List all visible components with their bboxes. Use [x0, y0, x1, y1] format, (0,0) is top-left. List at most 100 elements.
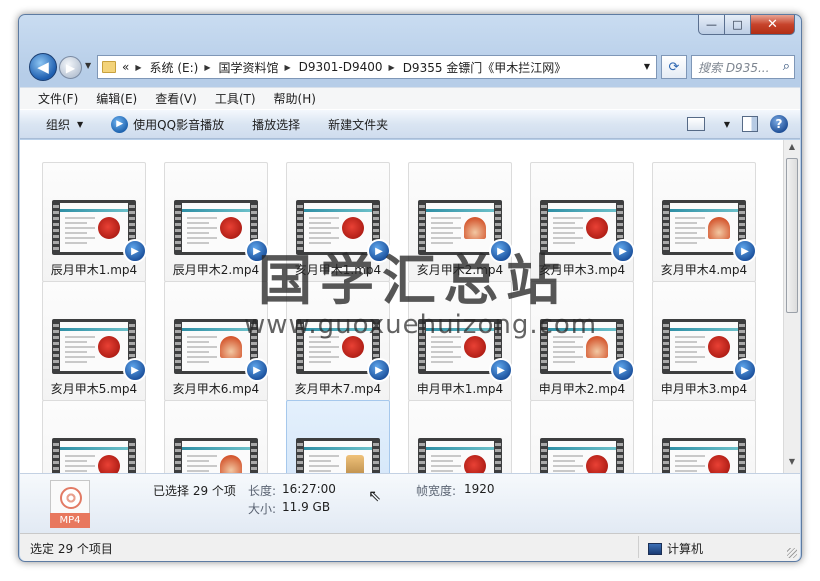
file-tile[interactable]: ▶ [42, 400, 146, 473]
slide-text-line [675, 465, 705, 467]
address-bar[interactable]: « ▶ 系统 (E:) ▶ 国学资料馆 ▶ D9301-D9400 ▶ D935… [97, 55, 657, 79]
search-input[interactable]: 搜索 D935... ⌕ [691, 55, 795, 79]
slide-text-line [65, 470, 87, 472]
slide-illustration [464, 455, 486, 473]
slide-text-line [187, 356, 217, 358]
file-name: 亥月甲木6.mp4 [172, 382, 260, 396]
slide-text-line [187, 460, 209, 462]
slide-text-line [431, 346, 461, 348]
menu-file[interactable]: 文件(F) [38, 90, 78, 107]
qq-player-icon: ▶ [611, 358, 635, 382]
breadcrumb-item[interactable]: D9301-D9400 [299, 60, 383, 74]
address-dropdown-icon[interactable]: ▼ [644, 62, 650, 71]
qq-player-icon: ▶ [123, 239, 147, 263]
chevron-right-icon[interactable]: ▶ [135, 63, 141, 72]
file-tile[interactable]: ▶ [408, 400, 512, 473]
file-tile[interactable]: ▶ [530, 400, 634, 473]
status-bar: 选定 29 个项目 计算机 [20, 533, 800, 561]
slide-text-line [65, 227, 95, 229]
organize-button[interactable]: 组织 ▼ [46, 116, 83, 133]
slide-text-line [309, 465, 339, 467]
slide-preview [182, 322, 250, 371]
menu-view[interactable]: 查看(V) [155, 90, 197, 107]
slide-text-line [187, 361, 209, 363]
vertical-scrollbar[interactable]: ▲ ▼ [783, 140, 800, 473]
file-tile[interactable]: ▶ [164, 400, 268, 473]
search-icon[interactable]: ⌕ [783, 59, 790, 74]
size-label: 大小: [248, 502, 277, 516]
preview-pane-icon[interactable] [742, 116, 758, 132]
file-name: 辰月甲木1.mp4 [50, 263, 138, 277]
resize-grip-icon[interactable] [787, 548, 797, 558]
breadcrumb-item[interactable]: D9355 金镖门《甲木拦江网》 [403, 59, 567, 76]
slide-text-line [431, 222, 453, 224]
navigation-bar: ◀ ▶ ▼ « ▶ 系统 (E:) ▶ 国学资料馆 ▶ D9301-D9400 … [27, 53, 795, 81]
slide-text-line [65, 341, 87, 343]
play-selection-button[interactable]: 播放选择 [252, 116, 300, 133]
slide-text-line [675, 470, 697, 472]
slide-text-line [553, 470, 575, 472]
qq-player-icon: ▶ [123, 358, 147, 382]
file-tile[interactable]: ▶ 亥月甲木4.mp4 [652, 162, 757, 282]
slide-text-line [431, 227, 461, 229]
slide-text-line [309, 346, 339, 348]
slide-header-bar [670, 447, 738, 450]
slide-illustration [98, 455, 120, 473]
qq-player-icon: ▶ [733, 358, 757, 382]
scroll-down-icon[interactable]: ▼ [786, 457, 798, 471]
menu-edit[interactable]: 编辑(E) [96, 90, 137, 107]
breadcrumb-item[interactable]: 系统 (E:) [150, 59, 199, 76]
mouse-cursor-icon: ⇖ [368, 486, 382, 505]
back-button[interactable]: ◀ [29, 53, 57, 81]
slide-text-line [431, 455, 461, 457]
slide-illustration [98, 217, 120, 239]
slide-text-line [431, 232, 453, 234]
recent-pages-dropdown[interactable]: ▼ [85, 61, 91, 70]
file-tile[interactable]: ▶ 亥月甲木5.mp4 [42, 281, 147, 401]
slide-text-line [309, 361, 331, 363]
slide-text-line [553, 346, 583, 348]
scroll-up-icon[interactable]: ▲ [786, 142, 798, 156]
file-tile[interactable]: ▶ 亥月甲木6.mp4 [164, 281, 269, 401]
file-tile[interactable]: ▶ 申月甲木3.mp4 [652, 281, 757, 401]
slide-text-line [309, 217, 339, 219]
slide-text-line [309, 351, 331, 353]
chevron-right-icon[interactable]: ▶ [389, 63, 395, 72]
window-controls: — □ ✕ [698, 15, 795, 35]
help-icon[interactable]: ? [770, 115, 788, 133]
slide-text-line [309, 232, 331, 234]
slide-text-line [431, 217, 461, 219]
slide-text-line [65, 455, 95, 457]
maximize-button[interactable]: □ [725, 15, 751, 35]
menu-help[interactable]: 帮助(H) [274, 90, 316, 107]
file-tile[interactable]: ▶ 辰月甲木1.mp4 [42, 162, 147, 282]
command-toolbar: 组织 ▼ ▶ 使用QQ影音播放 播放选择 新建文件夹 ▼ ? [20, 109, 800, 139]
breadcrumb-overflow[interactable]: « [122, 60, 129, 74]
chevron-right-icon[interactable]: ▶ [204, 63, 210, 72]
breadcrumb-item[interactable]: 国学资料馆 [218, 59, 278, 76]
scrollbar-thumb[interactable] [786, 158, 798, 313]
slide-illustration [708, 455, 730, 473]
slide-illustration [220, 336, 242, 358]
file-tile[interactable]: ▶ 辰月甲木2.mp4 [164, 162, 269, 282]
slide-preview [60, 441, 128, 473]
qq-player-icon: ▶ [489, 358, 513, 382]
slide-header-bar [670, 328, 738, 331]
refresh-button[interactable]: ⟳ [661, 55, 687, 79]
chevron-down-icon[interactable]: ▼ [724, 120, 730, 129]
file-tile[interactable]: ▶ [652, 400, 756, 473]
view-options-icon[interactable] [686, 117, 705, 131]
file-tile[interactable]: ▶ [286, 400, 390, 473]
chevron-right-icon[interactable]: ▶ [284, 63, 290, 72]
slide-text-line [553, 341, 575, 343]
menu-tools[interactable]: 工具(T) [215, 90, 256, 107]
minimize-button[interactable]: — [698, 15, 725, 35]
slide-text-line [187, 232, 209, 234]
qq-play-button[interactable]: ▶ 使用QQ影音播放 [111, 115, 224, 133]
close-button[interactable]: ✕ [751, 15, 795, 35]
forward-button[interactable]: ▶ [59, 56, 82, 79]
slide-illustration [708, 336, 730, 358]
slide-text-line [553, 217, 583, 219]
new-folder-button[interactable]: 新建文件夹 [328, 116, 388, 133]
slide-text-line [675, 222, 697, 224]
